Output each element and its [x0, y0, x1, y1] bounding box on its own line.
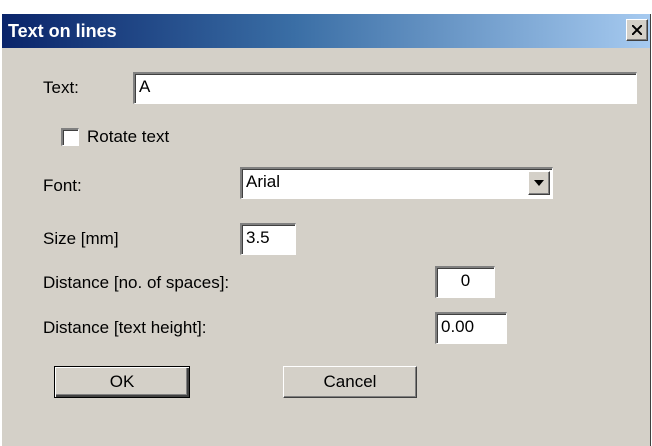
dialog-title: Text on lines — [8, 21, 117, 41]
size-input[interactable]: 3.5 — [240, 223, 296, 255]
text-label: Text: — [43, 78, 79, 97]
distance-spaces-input[interactable]: 0 — [435, 266, 495, 298]
distance-spaces-label: Distance [no. of spaces]: — [43, 273, 230, 292]
close-icon — [632, 25, 642, 35]
cancel-button[interactable]: Cancel — [283, 366, 417, 398]
chevron-down-icon — [534, 180, 544, 186]
font-dropdown-button[interactable] — [528, 171, 550, 195]
font-label: Font: — [43, 176, 82, 195]
close-button[interactable] — [626, 19, 648, 41]
rotate-text-label: Rotate text — [87, 127, 170, 146]
title-bar[interactable]: Text on lines — [2, 14, 650, 48]
font-select[interactable]: Arial — [240, 167, 553, 199]
rotate-text-checkbox[interactable] — [61, 128, 79, 146]
ok-button[interactable]: OK — [54, 366, 190, 398]
font-select-value: Arial — [246, 172, 281, 191]
text-on-lines-dialog: Text on lines Text: A Rotate text Font: … — [2, 14, 651, 446]
size-label: Size [mm] — [43, 229, 119, 248]
distance-height-input[interactable]: 0.00 — [435, 312, 507, 344]
distance-height-label: Distance [text height]: — [43, 318, 207, 337]
text-input[interactable]: A — [133, 72, 637, 104]
